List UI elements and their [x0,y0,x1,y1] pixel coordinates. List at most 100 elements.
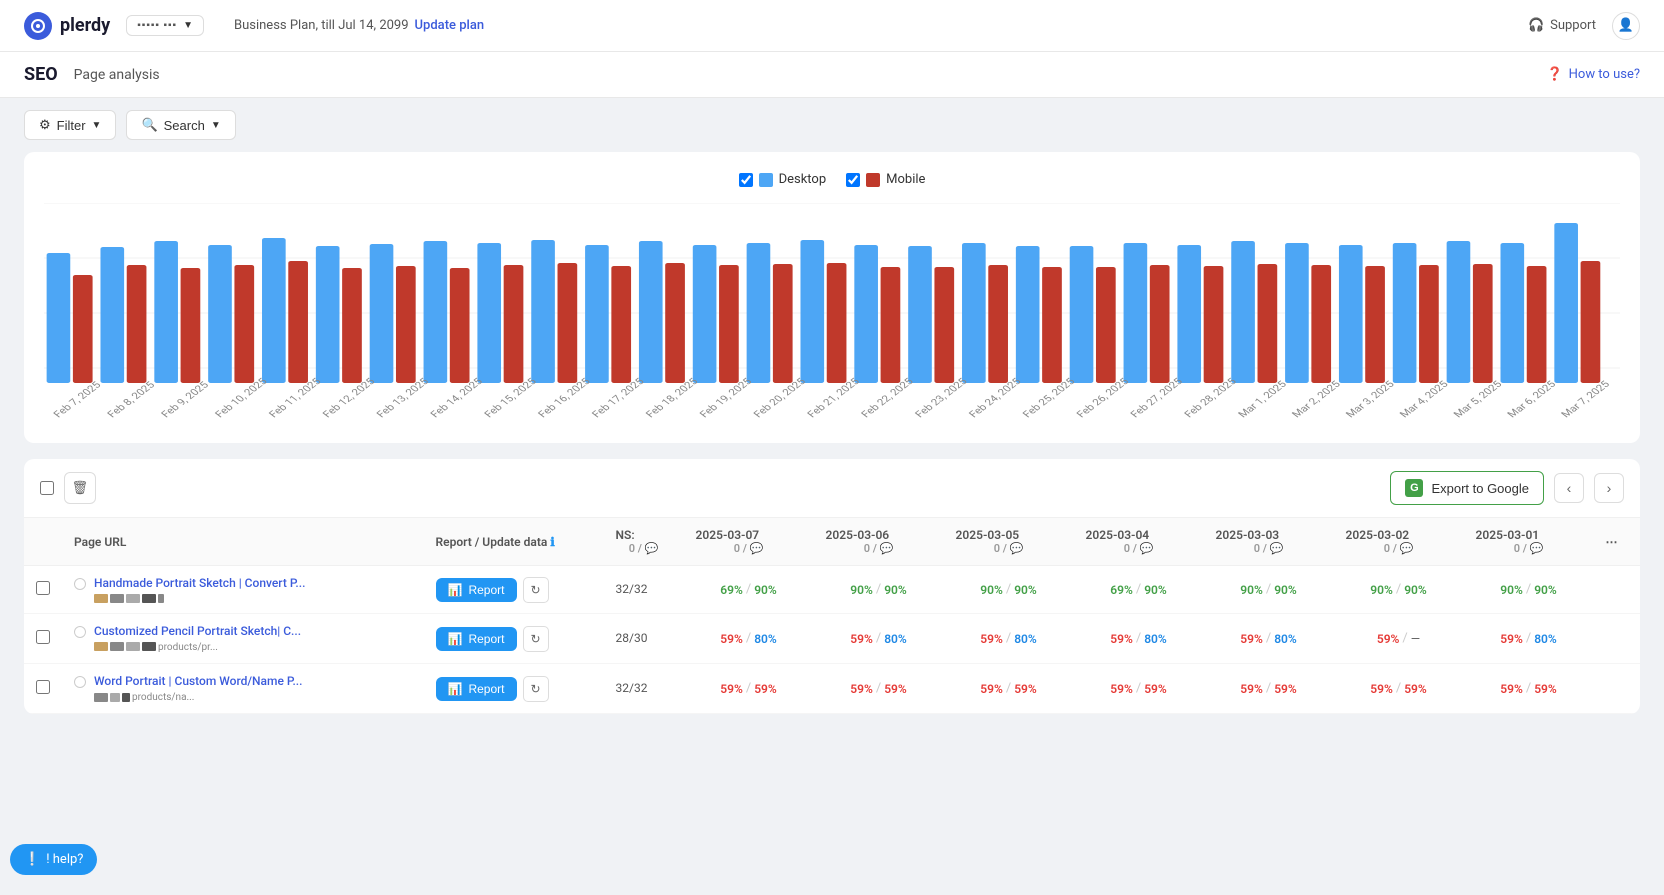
col-more: ⋯ [1594,518,1640,566]
score-2-3: 59% / 59% [1086,681,1192,696]
how-to-use-link[interactable]: ❓ How to use? [1546,67,1640,82]
score-2-0: 59% / 59% [696,681,802,696]
delete-button[interactable]: 🗑 [64,472,96,504]
table-row: Customized Pencil Portrait Sketch| C... … [24,614,1640,664]
export-google-button[interactable]: G Export to Google [1390,471,1544,505]
score-2-5: 59% / 59% [1346,681,1452,696]
refresh-button-1[interactable]: ↻ [523,626,549,652]
google-sheets-icon: G [1405,479,1423,497]
help-bubble[interactable]: ❕ ! help? [10,844,97,875]
logo-icon [24,12,52,40]
svg-text:Feb 9, 2025: Feb 9, 2025 [158,379,211,420]
user-icon: 👤 [1618,18,1634,33]
score-1-3: 59% / 80% [1086,631,1192,646]
refresh-button-0[interactable]: ↻ [523,577,549,603]
prev-page-button[interactable]: ‹ [1554,473,1584,503]
svg-text:Feb 8, 2025: Feb 8, 2025 [104,379,157,420]
svg-text:Mar 5, 2025: Mar 5, 2025 [1451,378,1505,419]
score-2-6: 59% / 59% [1476,681,1582,696]
score-1-4: 59% / 80% [1216,631,1322,646]
col-date-6: 2025-03-01 0 / 💬 [1464,518,1594,566]
legend-desktop: Desktop [739,172,827,187]
user-avatar-button[interactable]: 👤 [1612,12,1640,40]
filter-button[interactable]: ⚙ Filter ▼ [24,110,116,140]
plan-selector[interactable]: ▪▪▪▪▪ ▪▪▪ ▼ [126,15,204,36]
export-label: Export to Google [1431,481,1529,496]
svg-text:Mar 7, 2025: Mar 7, 2025 [1558,378,1612,419]
mobile-label: Mobile [886,172,925,187]
score-0-0: 69% / 90% [696,582,802,597]
mobile-color [866,173,880,187]
score-1-2: 59% / 80% [956,631,1062,646]
svg-text:Mar 6, 2025: Mar 6, 2025 [1504,378,1558,419]
table-scroll-container: Page URL Report / Update data ℹ NS: 0 / … [24,518,1640,714]
score-2-1: 59% / 59% [826,681,932,696]
seo-title: SEO [24,64,58,85]
col-date-1: 2025-03-06 0 / 💬 [814,518,944,566]
svg-text:Feb 7, 2025: Feb 7, 2025 [50,379,103,420]
report-button-2[interactable]: 📊 Report [436,677,517,701]
top-navigation: plerdy ▪▪▪▪▪ ▪▪▪ ▼ Business Plan, till J… [0,0,1664,52]
search-label: Search [164,118,205,133]
col-date-0: 2025-03-07 0 / 💬 [684,518,814,566]
table-toolbar: 🗑 G Export to Google ‹ › [24,459,1640,518]
chevron-down-icon: ▼ [183,20,193,31]
row-checkbox-0[interactable] [36,581,50,595]
select-all-checkbox[interactable] [40,481,54,495]
question-icon: ❓ [1546,67,1562,82]
mobile-checkbox[interactable] [846,173,860,187]
update-plan-link[interactable]: Update plan [415,18,485,33]
report-button-0[interactable]: 📊 Report [436,578,517,602]
report-button-1[interactable]: 📊 Report [436,627,517,651]
score-0-4: 90% / 90% [1216,582,1322,597]
svg-text:Mar 1, 2025: Mar 1, 2025 [1235,378,1289,419]
plan-text: Business Plan, till Jul 14, 2099 [234,18,409,33]
score-1-6: 59% / 80% [1476,631,1582,646]
refresh-button-2[interactable]: ↻ [523,676,549,702]
chart-legend: Desktop Mobile [44,172,1620,187]
search-icon: 🔍 [141,117,157,133]
score-1-5: 59% / — [1346,631,1452,646]
svg-text:Mar 4, 2025: Mar 4, 2025 [1397,378,1451,419]
help-label: ! help? [46,852,83,867]
url-link-1[interactable]: Customized Pencil Portrait Sketch| C... [94,624,301,638]
data-table: Page URL Report / Update data ℹ NS: 0 / … [24,518,1640,714]
row-checkbox-2[interactable] [36,680,50,694]
col-date-5: 2025-03-02 0 / 💬 [1334,518,1464,566]
legend-mobile: Mobile [846,172,925,187]
score-2-4: 59% / 59% [1216,681,1322,696]
section-title: Page analysis [74,67,160,83]
url-link-2[interactable]: Word Portrait | Custom Word/Name P... [94,674,302,688]
chart-section: Desktop Mobile [24,152,1640,443]
col-page-url: Page URL [62,518,424,566]
table-row: Handmade Portrait Sketch | Convert P... [24,566,1640,614]
brand-name: plerdy [60,15,110,36]
filter-icon: ⚙ [39,117,51,133]
headset-icon: 🎧 [1528,18,1544,33]
nav-right: 🎧 Support 👤 [1528,12,1640,40]
col-date-3: 2025-03-04 0 / 💬 [1074,518,1204,566]
how-to-use-label: How to use? [1569,67,1640,82]
search-button[interactable]: 🔍 Search ▼ [126,110,235,140]
score-1-1: 59% / 80% [826,631,932,646]
score-0-1: 90% / 90% [826,582,932,597]
info-icon: ℹ [550,535,555,549]
desktop-checkbox[interactable] [739,173,753,187]
col-report-update: Report / Update data ℹ [424,518,604,566]
logo[interactable]: plerdy [24,12,110,40]
url-link-0[interactable]: Handmade Portrait Sketch | Convert P... [94,576,305,590]
row-checkbox-1[interactable] [36,630,50,644]
desktop-label: Desktop [779,172,827,187]
col-date-4: 2025-03-03 0 / 💬 [1204,518,1334,566]
score-0-2: 90% / 90% [956,582,1062,597]
svg-text:Mar 3, 2025: Mar 3, 2025 [1343,378,1397,419]
support-button[interactable]: 🎧 Support [1528,18,1596,33]
chevron-down-icon: ▼ [92,120,102,131]
table-section: 🗑 G Export to Google ‹ › Page URL Report… [24,459,1640,714]
bar-chart: Feb 7, 2025 Feb 8, 2025 Feb 9, 2025 Feb … [44,203,1620,423]
table-row: Word Portrait | Custom Word/Name P... pr… [24,664,1640,714]
chart-icon: 📊 [448,632,463,646]
desktop-color [759,173,773,187]
chart-icon: 📊 [448,583,463,597]
next-page-button[interactable]: › [1594,473,1624,503]
